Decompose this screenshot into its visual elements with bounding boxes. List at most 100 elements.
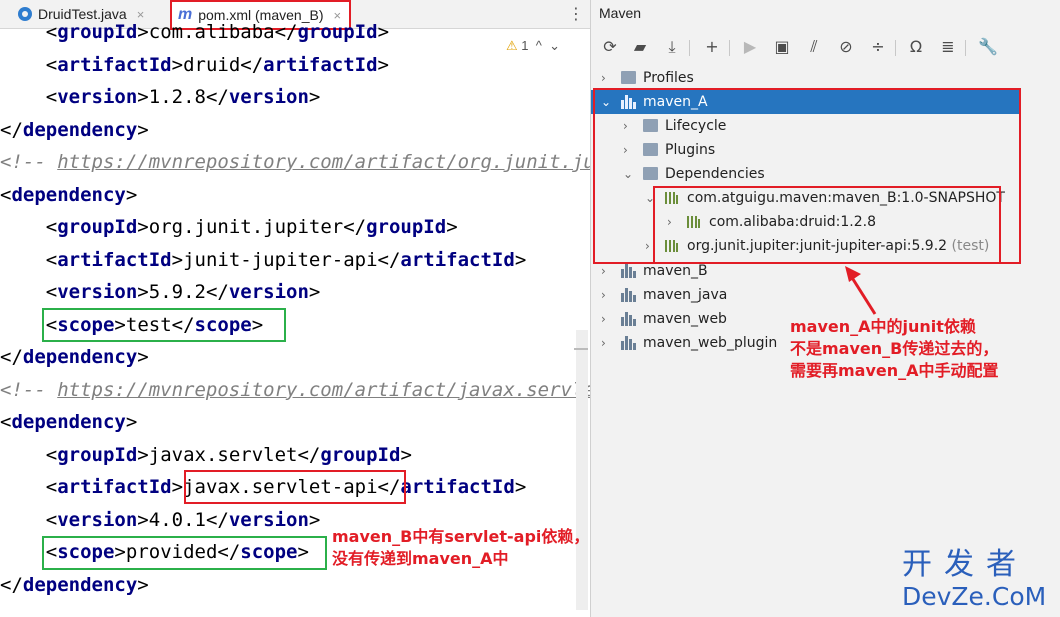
bracket: < (45, 443, 58, 466)
bracket: > (446, 216, 458, 238)
xml-comment: <!-- (0, 151, 58, 173)
bracket: </ (0, 118, 23, 141)
tree-item-label: maven_web (643, 307, 727, 331)
xml-value: 5.9.2 (148, 281, 206, 303)
servlet-annotation: maven_B中有servlet-api依赖， 没有传递到maven_A中 (332, 526, 589, 570)
bracket: < (45, 216, 58, 238)
xml-comment: <!-- (0, 378, 58, 401)
settings-wrench-icon[interactable]: 🔧 (977, 36, 999, 58)
xml-tag: dependency (22, 118, 138, 141)
xml-tag: artifactId (57, 248, 172, 271)
inspection-widget[interactable]: ⚠ 1 ^ ⌄ (506, 38, 560, 54)
download-icon[interactable]: ⤓ (661, 36, 683, 58)
execute-goal-icon[interactable]: ▣ (771, 36, 793, 58)
chevron-right-icon[interactable]: › (601, 331, 606, 355)
show-diagram-icon[interactable]: ≣ (937, 36, 959, 58)
toolbar-separator (895, 40, 896, 56)
code-line: <version>1.2.8</version> (0, 81, 321, 113)
toolbar-separator (689, 40, 690, 56)
more-vertical-icon[interactable]: ⋮ (568, 4, 584, 23)
chevron-right-icon[interactable]: › (601, 66, 606, 90)
bracket: < (0, 183, 12, 206)
run-icon[interactable]: ▶ (739, 36, 761, 58)
toolbar-separator (965, 40, 966, 56)
code-line: </dependency> (0, 341, 149, 373)
panel-title: Maven (599, 5, 642, 21)
bracket: < (45, 248, 58, 271)
xml-tag: groupId (57, 21, 138, 43)
watermark: 开发者 DevZe.CoM (902, 548, 1046, 612)
tree-item-label: maven_java (643, 283, 727, 307)
chevron-right-icon[interactable]: › (601, 283, 606, 307)
bracket: > (514, 248, 527, 271)
bracket: </ (240, 53, 264, 76)
toggle-offline-icon[interactable]: ⫽ (803, 36, 825, 58)
bracket: > (171, 53, 184, 76)
collapse-icon[interactable]: ÷ (867, 36, 889, 58)
bracket: > (377, 53, 389, 76)
code-editor[interactable]: DruidTest.java × m pom.xml (maven_B) × ⋮… (0, 0, 590, 617)
xml-tag: groupId (366, 216, 447, 238)
reload-icon[interactable]: ⟳ (599, 36, 621, 58)
code-line: </dependency> (0, 114, 149, 146)
generate-sources-icon[interactable]: ▰ (629, 36, 651, 58)
bracket: </ (205, 281, 229, 303)
show-dependencies-icon[interactable]: Ω (905, 36, 927, 58)
xml-tag: groupId (297, 21, 378, 43)
add-icon[interactable]: + (701, 36, 723, 58)
watermark-cn: 开发者 (902, 547, 1028, 582)
bracket: < (45, 508, 58, 531)
maven-module-icon (621, 312, 636, 326)
bracket: </ (205, 86, 229, 108)
code-line: <artifactId>junit-jupiter-api</artifactI… (0, 244, 527, 276)
xml-tag: artifactId (57, 53, 172, 76)
xml-tag: dependency (22, 573, 138, 596)
scroll-marker (574, 348, 588, 350)
annotation-line: 不是maven_B传递过去的， (790, 339, 999, 358)
warning-count: 1 (521, 38, 529, 53)
annotation-line: maven_B中有servlet-api依赖， (332, 527, 590, 546)
bracket: > (400, 443, 412, 466)
chevron-right-icon[interactable]: › (601, 307, 606, 331)
annotation-line: 需要再maven_A中手动配置 (790, 361, 999, 380)
chevron-up-icon[interactable]: ^ (532, 38, 542, 53)
chevron-down-icon[interactable]: ⌄ (545, 38, 560, 53)
xml-tag: groupId (57, 443, 138, 466)
bracket: </ (0, 573, 23, 596)
tree-item-label: maven_web_plugin (643, 331, 777, 355)
bracket: </ (377, 248, 401, 271)
tree-item-text: maven_B (643, 263, 708, 279)
scope-test-highlight (42, 308, 286, 342)
bracket: > (308, 508, 321, 531)
bracket: > (377, 21, 390, 43)
xml-tag: version (228, 281, 309, 303)
code-line: <dependency> (0, 179, 137, 211)
code-line: <groupId>javax.servlet</groupId> (0, 439, 412, 471)
xml-value: 4.0.1 (148, 508, 206, 531)
skip-tests-icon[interactable]: ⊘ (835, 36, 857, 58)
tree-item-text: maven_web (643, 311, 727, 327)
bracket: </ (297, 443, 321, 466)
code-line: <!-- https://mvnrepository.com/artifact/… (0, 374, 590, 406)
maven-module-icon (621, 288, 636, 302)
maven-module-icon (621, 336, 636, 350)
bracket: </ (205, 508, 229, 531)
code-line: <!-- https://mvnrepository.com/artifact/… (0, 146, 590, 178)
bracket: > (514, 476, 527, 498)
code-line: <version>5.9.2</version> (0, 276, 321, 308)
bracket: </ (0, 346, 23, 368)
code-line: <groupId>org.junit.jupiter</groupId> (0, 211, 458, 243)
xml-value: 1.2.8 (148, 86, 206, 108)
bracket: </ (343, 216, 367, 238)
xml-tag: groupId (57, 216, 138, 238)
bracket: > (137, 508, 149, 531)
bracket: > (137, 216, 149, 238)
toolbar-separator (729, 40, 730, 56)
bracket: > (137, 86, 149, 108)
